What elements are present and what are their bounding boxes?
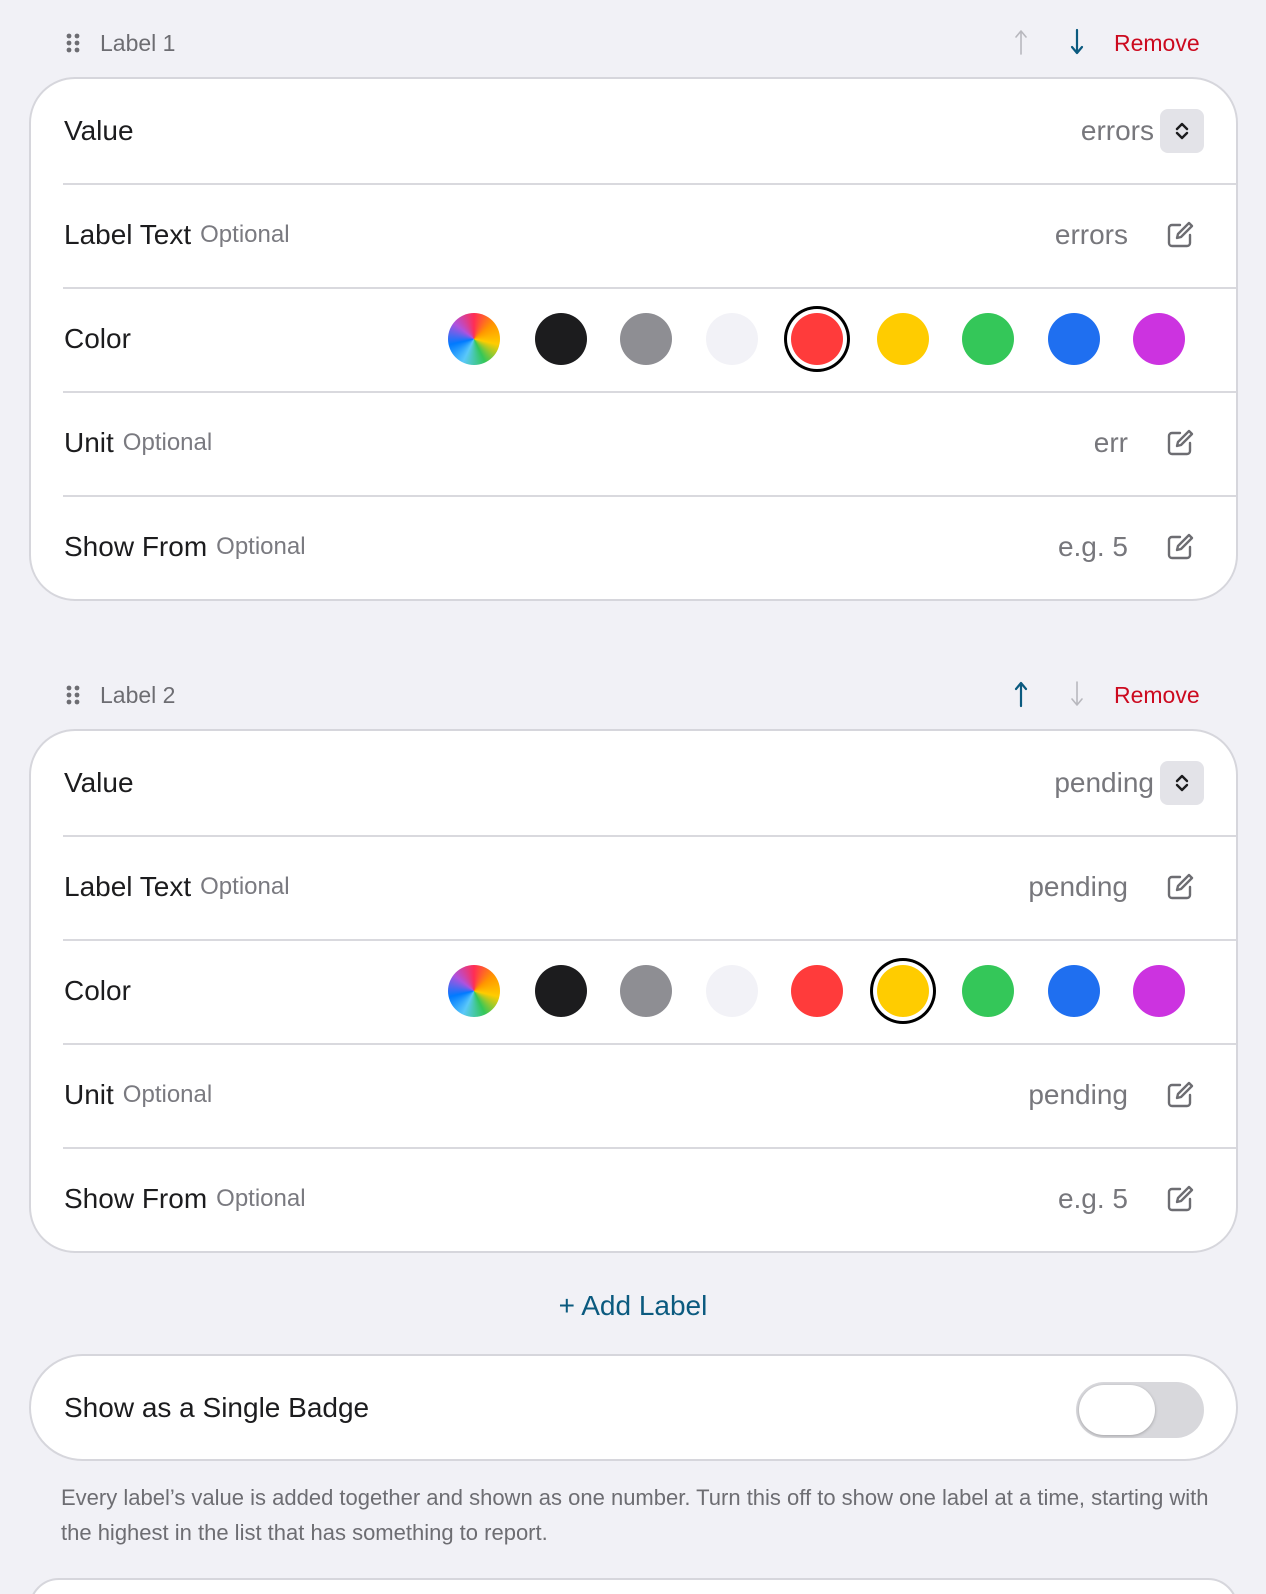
color-swatch-purple[interactable] (1133, 313, 1185, 365)
color-swatch-light[interactable] (706, 313, 758, 365)
drag-handle-icon[interactable] (64, 32, 84, 54)
color-title: Color (64, 323, 131, 354)
show-from-placeholder[interactable]: e.g. 5 (1058, 1147, 1128, 1251)
label-2-card: Value pending Label Text Optional pending… (29, 729, 1238, 1253)
toggle-knob (1079, 1385, 1155, 1435)
optional-tag: Optional (122, 429, 213, 456)
color-swatch-red[interactable] (791, 313, 843, 365)
edit-icon[interactable] (1164, 871, 1196, 903)
color-row: Color (31, 939, 1236, 1043)
move-up-button[interactable] (1006, 25, 1036, 59)
color-swatch-gray[interactable] (620, 965, 672, 1017)
color-swatch-yellow[interactable] (877, 313, 929, 365)
value-select-button[interactable] (1160, 109, 1204, 153)
label-1-card: Value errors Label Text Optional errors C… (29, 77, 1238, 601)
color-swatch-custom[interactable] (448, 313, 500, 365)
color-swatch-blue[interactable] (1048, 313, 1100, 365)
color-swatch-purple[interactable] (1133, 965, 1185, 1017)
arrow-up-icon (1014, 681, 1028, 708)
unit-row[interactable]: Unit Optional err (31, 391, 1236, 495)
show-from-title: Show From Optional (64, 1183, 306, 1214)
optional-tag: Optional (216, 533, 306, 560)
label-settings-page: Label 1 Remove Value errors Label Text O… (0, 0, 1266, 1594)
edit-icon[interactable] (1164, 1183, 1196, 1215)
label-text-title: Label Text Optional (64, 871, 290, 902)
value-select-button[interactable] (1160, 761, 1204, 805)
optional-tag: Optional (216, 1185, 306, 1212)
unit-title: Unit Optional (64, 427, 213, 458)
color-swatch-green[interactable] (962, 965, 1014, 1017)
color-swatch-green[interactable] (962, 313, 1014, 365)
single-badge-title: Show as a Single Badge (64, 1391, 370, 1423)
edit-icon[interactable] (1164, 427, 1196, 459)
label-1-header: Label 1 Remove (0, 21, 1266, 65)
color-swatch-blue[interactable] (1048, 965, 1100, 1017)
label-2-header: Label 2 Remove (0, 673, 1266, 717)
show-from-title: Show From Optional (64, 531, 306, 562)
move-up-button[interactable] (1006, 677, 1036, 711)
move-down-button[interactable] (1062, 677, 1092, 711)
optional-tag: Optional (200, 221, 290, 248)
next-settings-card (29, 1578, 1238, 1594)
single-badge-card: Show as a Single Badge (29, 1354, 1238, 1461)
color-title: Color (64, 975, 131, 1006)
color-swatch-black[interactable] (535, 965, 587, 1017)
edit-icon[interactable] (1164, 1079, 1196, 1111)
single-badge-footnote: Every label’s value is added together an… (61, 1485, 1209, 1545)
arrow-up-icon (1015, 30, 1027, 55)
value-row[interactable]: Value errors (31, 79, 1236, 183)
single-badge-toggle[interactable] (1076, 1382, 1204, 1438)
color-swatch-yellow[interactable] (877, 965, 929, 1017)
show-from-row[interactable]: Show From Optional e.g. 5 (31, 495, 1236, 599)
color-swatch-black[interactable] (535, 313, 587, 365)
edit-icon[interactable] (1164, 219, 1196, 251)
value-title: Value (64, 767, 134, 798)
chevron-up-down-icon (1175, 774, 1189, 792)
color-swatch-light[interactable] (706, 965, 758, 1017)
label-title: Label 2 (100, 682, 176, 708)
color-swatch-custom[interactable] (448, 965, 500, 1017)
label-text-value[interactable]: pending (1028, 835, 1128, 939)
show-from-row[interactable]: Show From Optional e.g. 5 (31, 1147, 1236, 1251)
value-row[interactable]: Value pending (31, 731, 1236, 835)
color-row: Color (31, 287, 1236, 391)
label-title: Label 1 (100, 30, 176, 56)
unit-value[interactable]: pending (1028, 1043, 1128, 1147)
optional-tag: Optional (200, 873, 290, 900)
chevron-up-down-icon (1175, 122, 1189, 140)
optional-tag: Optional (122, 1081, 213, 1108)
unit-value[interactable]: err (1094, 391, 1128, 495)
value-select-value[interactable]: pending (1054, 731, 1154, 835)
edit-icon[interactable] (1164, 531, 1196, 563)
label-text-row[interactable]: Label Text Optional errors (31, 183, 1236, 287)
color-swatch-red[interactable] (791, 965, 843, 1017)
label-text-title: Label Text Optional (64, 219, 290, 250)
unit-title: Unit Optional (64, 1079, 213, 1110)
unit-row[interactable]: Unit Optional pending (31, 1043, 1236, 1147)
show-from-placeholder[interactable]: e.g. 5 (1058, 495, 1128, 599)
value-select-value[interactable]: errors (1081, 79, 1154, 183)
add-label-button[interactable]: + Add Label (0, 1290, 1266, 1322)
label-text-row[interactable]: Label Text Optional pending (31, 835, 1236, 939)
move-down-button[interactable] (1062, 25, 1092, 59)
arrow-down-icon (1071, 681, 1083, 706)
value-title: Value (64, 115, 134, 146)
color-swatch-gray[interactable] (620, 313, 672, 365)
drag-handle-icon[interactable] (64, 684, 84, 706)
label-text-value[interactable]: errors (1055, 183, 1128, 287)
arrow-down-icon (1070, 28, 1084, 55)
remove-button[interactable]: Remove (1114, 682, 1200, 708)
remove-button[interactable]: Remove (1114, 30, 1200, 56)
